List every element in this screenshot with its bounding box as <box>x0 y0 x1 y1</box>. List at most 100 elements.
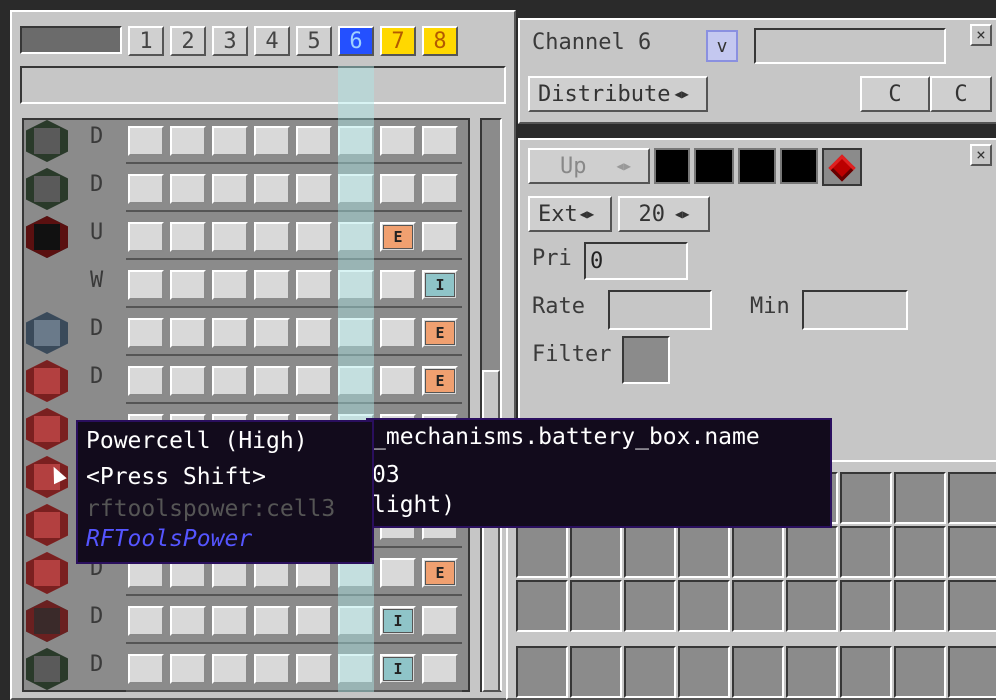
connector-mode-badge[interactable]: I <box>425 273 455 297</box>
inventory-slot[interactable] <box>516 580 568 632</box>
channel-slot[interactable] <box>380 174 416 204</box>
connector-mode-badge[interactable]: E <box>425 369 455 393</box>
channel-slot[interactable] <box>170 606 206 636</box>
channel-slot[interactable] <box>170 270 206 300</box>
inventory-slot[interactable] <box>840 472 892 524</box>
channel-tab-4[interactable]: 4 <box>254 26 290 56</box>
channel-slot[interactable] <box>422 654 458 684</box>
inventory-slot[interactable] <box>786 646 838 698</box>
mode-ext-button[interactable]: Ext ◀▶ <box>528 196 612 232</box>
channel-slot[interactable] <box>128 222 164 252</box>
channel-tab-3[interactable]: 3 <box>212 26 248 56</box>
channel-name-input[interactable] <box>754 28 946 64</box>
inventory-slot[interactable] <box>894 646 946 698</box>
channel-slot[interactable] <box>422 126 458 156</box>
channel-slot[interactable] <box>254 654 290 684</box>
channel-slot[interactable] <box>254 270 290 300</box>
channel-slot[interactable] <box>128 654 164 684</box>
inventory-slot[interactable] <box>732 526 784 578</box>
inventory-slot[interactable] <box>570 646 622 698</box>
channel-slot[interactable] <box>422 174 458 204</box>
inventory-slot[interactable] <box>894 526 946 578</box>
connector-mode-badge[interactable]: E <box>425 561 455 585</box>
channel-slot[interactable] <box>212 366 248 396</box>
rate-input[interactable] <box>608 290 712 330</box>
channel-slot[interactable] <box>212 318 248 348</box>
channel-slot[interactable] <box>212 270 248 300</box>
inventory-slot[interactable] <box>624 580 676 632</box>
channel-slot[interactable] <box>296 606 332 636</box>
channel-slot[interactable] <box>128 366 164 396</box>
inventory-slot[interactable] <box>624 526 676 578</box>
channel-slot[interactable] <box>296 270 332 300</box>
channel-slot[interactable] <box>422 606 458 636</box>
inventory-slot[interactable] <box>624 646 676 698</box>
inventory-slot[interactable] <box>570 580 622 632</box>
channel-slot[interactable] <box>296 174 332 204</box>
channel-close-icon[interactable]: × <box>970 24 992 46</box>
channel-tab-6[interactable]: 6 <box>338 26 374 56</box>
channel-enable-toggle[interactable]: v <box>706 30 738 62</box>
inventory-slot[interactable] <box>894 472 946 524</box>
side-up-button[interactable]: Up ◀▶ <box>528 148 650 184</box>
channel-slot[interactable] <box>128 318 164 348</box>
inventory-slot[interactable] <box>840 580 892 632</box>
channel-slot[interactable] <box>254 366 290 396</box>
channel-slot[interactable] <box>296 318 332 348</box>
distribute-button[interactable]: Distribute ◀▶ <box>528 76 708 112</box>
channel-slot[interactable] <box>254 126 290 156</box>
inventory-slot[interactable] <box>570 526 622 578</box>
inventory-slot[interactable] <box>948 472 996 524</box>
inventory-slot[interactable] <box>732 580 784 632</box>
redstone-icon[interactable] <box>822 148 862 186</box>
channel-slot[interactable] <box>254 318 290 348</box>
inventory-slot[interactable] <box>516 646 568 698</box>
channel-slot[interactable] <box>212 126 248 156</box>
channel-slot[interactable] <box>170 318 206 348</box>
channel-slot[interactable] <box>296 366 332 396</box>
channel-slot[interactable] <box>380 126 416 156</box>
inventory-slot[interactable] <box>948 646 996 698</box>
inventory-slot[interactable] <box>786 580 838 632</box>
connector-mode-badge[interactable]: I <box>383 657 413 681</box>
channel-slot[interactable] <box>212 654 248 684</box>
channel-slot[interactable] <box>422 222 458 252</box>
inventory-slot[interactable] <box>678 580 730 632</box>
color-slot-2[interactable] <box>694 148 734 184</box>
channel-slot[interactable] <box>296 654 332 684</box>
channel-tab-8[interactable]: 8 <box>422 26 458 56</box>
channel-slot[interactable] <box>296 126 332 156</box>
inventory-slot[interactable] <box>894 580 946 632</box>
inventory-slot[interactable] <box>678 526 730 578</box>
channel-slot[interactable] <box>212 174 248 204</box>
channel-tab-7[interactable]: 7 <box>380 26 416 56</box>
min-input[interactable] <box>802 290 908 330</box>
paste-channel-button[interactable]: C <box>930 76 992 112</box>
channel-slot[interactable] <box>128 270 164 300</box>
channel-slot[interactable] <box>254 606 290 636</box>
channel-slot[interactable] <box>170 366 206 396</box>
speed-button[interactable]: 20 ◀▶ <box>618 196 710 232</box>
channel-slot[interactable] <box>128 606 164 636</box>
channel-tab-5[interactable]: 5 <box>296 26 332 56</box>
connector-mode-badge[interactable]: E <box>383 225 413 249</box>
channel-slot[interactable] <box>380 366 416 396</box>
inventory-slot[interactable] <box>840 646 892 698</box>
channel-slot[interactable] <box>296 222 332 252</box>
inventory-slot[interactable] <box>516 526 568 578</box>
channel-slot[interactable] <box>170 222 206 252</box>
channel-slot[interactable] <box>170 174 206 204</box>
connector-close-icon[interactable]: × <box>970 144 992 166</box>
channel-slot[interactable] <box>212 222 248 252</box>
color-slot-4[interactable] <box>780 148 818 184</box>
channel-slot[interactable] <box>128 126 164 156</box>
connector-mode-badge[interactable]: E <box>425 321 455 345</box>
channel-slot[interactable] <box>380 318 416 348</box>
inventory-slot[interactable] <box>840 526 892 578</box>
channel-slot[interactable] <box>254 174 290 204</box>
connector-mode-badge[interactable]: I <box>383 609 413 633</box>
copy-channel-button[interactable]: C <box>860 76 930 112</box>
dark-name-field[interactable] <box>20 26 122 54</box>
channel-tab-2[interactable]: 2 <box>170 26 206 56</box>
channel-slot[interactable] <box>380 270 416 300</box>
